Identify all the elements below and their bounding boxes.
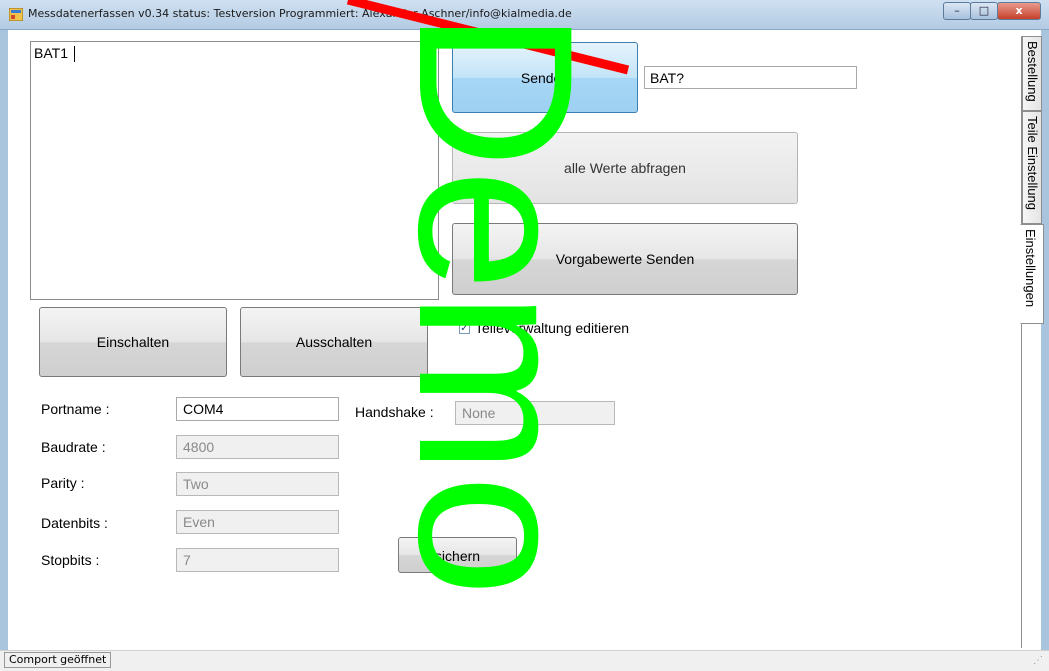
command-input[interactable]: BAT? xyxy=(644,66,857,89)
stopbits-field[interactable]: 7 xyxy=(176,548,339,572)
log-text: BAT1 xyxy=(34,45,68,61)
dtr-checkbox[interactable]: ✓ xyxy=(455,446,466,457)
query-all-button[interactable]: alle Werte abfragen xyxy=(452,132,798,204)
power-off-button[interactable]: Ausschalten xyxy=(240,307,428,377)
handshake-label: Handshake : xyxy=(355,404,434,420)
portname-label: Portname : xyxy=(41,401,110,417)
databits-field[interactable]: Even xyxy=(176,510,339,534)
baudrate-field[interactable]: 4800 xyxy=(176,435,339,459)
tab-teile-einstellung[interactable]: Teile Einstellung xyxy=(1022,111,1042,224)
app-icon xyxy=(9,8,23,21)
send-defaults-button[interactable]: Vorgabewerte Senden xyxy=(452,223,798,295)
parity-field[interactable]: Two xyxy=(176,472,339,496)
tab-einstellungen[interactable]: Einstellungen xyxy=(1020,224,1044,324)
stopbits-label: Stopbits : xyxy=(41,552,100,568)
rts-label: RTS xyxy=(472,488,500,504)
edit-parts-checkbox[interactable]: ✓ xyxy=(459,323,470,334)
log-textarea[interactable]: BAT1 xyxy=(30,41,439,300)
send-button[interactable]: Senden xyxy=(452,42,638,113)
parity-label: Parity : xyxy=(41,475,85,491)
dtr-label: DTR xyxy=(472,443,501,459)
status-bar xyxy=(0,650,1049,671)
rts-checkbox[interactable]: ✓ xyxy=(455,491,466,502)
power-on-button[interactable]: Einschalten xyxy=(39,307,227,377)
save-button[interactable]: sichern xyxy=(398,537,517,573)
text-caret xyxy=(74,46,75,62)
baudrate-label: Baudrate : xyxy=(41,439,106,455)
tab-label: Einstellungen xyxy=(1023,229,1038,308)
minimize-button[interactable]: – xyxy=(943,2,971,20)
resize-grip-icon[interactable]: ⋰ xyxy=(1033,655,1045,667)
status-text: Comport geöffnet xyxy=(4,652,112,668)
edit-parts-label: Teileverwaltung editieren xyxy=(475,320,630,336)
tab-label: Teile Einstellung xyxy=(1025,116,1040,210)
databits-label: Datenbits : xyxy=(41,515,108,531)
tab-label: Bestellung xyxy=(1025,41,1040,102)
close-button[interactable]: x xyxy=(997,2,1041,20)
tab-bestellung[interactable]: Bestellung xyxy=(1022,36,1042,111)
portname-field[interactable]: COM4 xyxy=(176,397,339,421)
maximize-button[interactable]: □ xyxy=(970,2,998,20)
handshake-field[interactable]: None xyxy=(455,401,615,425)
window-title: Messdatenerfassen v0.34 status: Testvers… xyxy=(28,7,572,20)
